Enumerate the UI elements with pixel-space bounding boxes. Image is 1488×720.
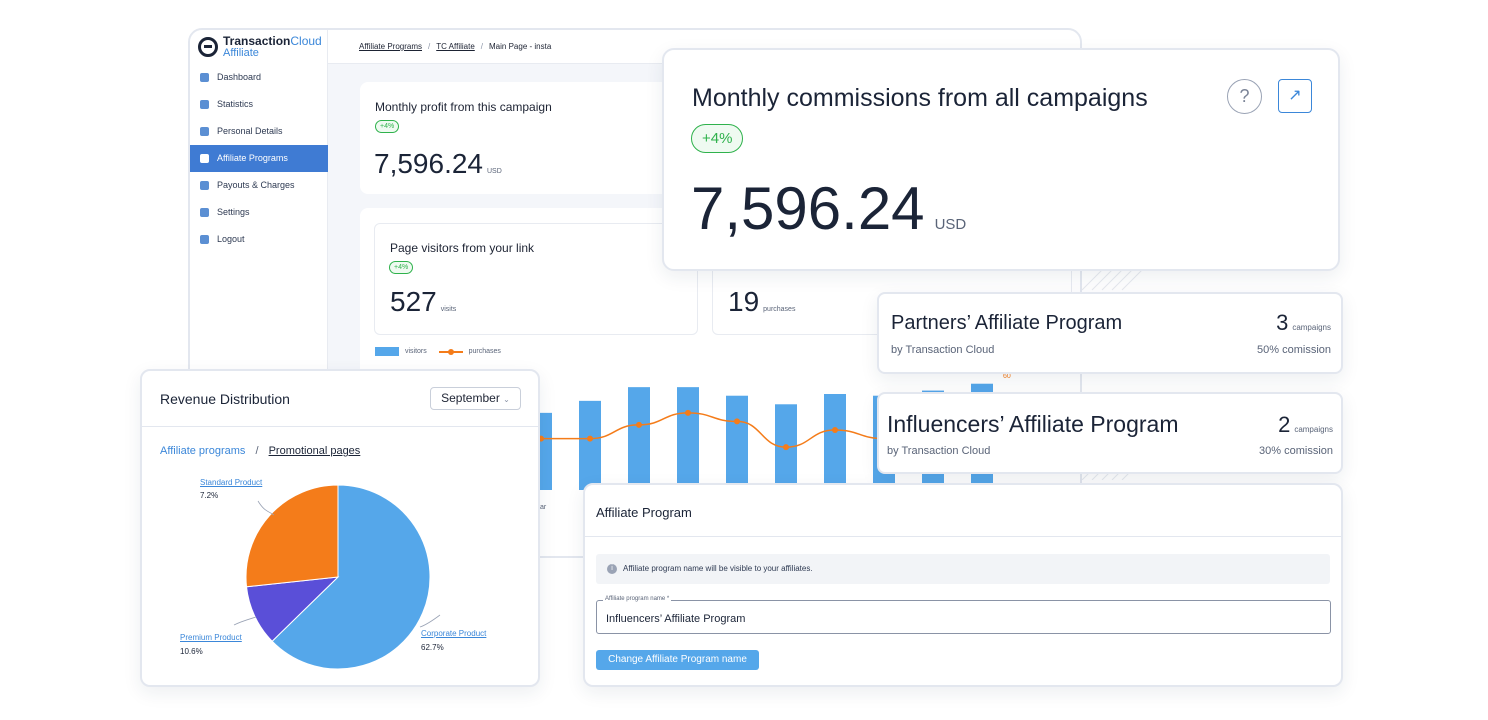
revenue-distribution-card: Revenue Distribution September ⌄ Affilia… — [140, 369, 540, 687]
bar-visitors — [540, 412, 552, 490]
bar-visitors — [726, 395, 748, 490]
point-purchases — [783, 444, 789, 451]
purchases-value: 19 purchases — [728, 286, 796, 317]
sidebar-item-logout[interactable]: Logout — [190, 226, 328, 253]
month-select[interactable]: September ⌄ — [430, 387, 521, 410]
revenue-tabs: Affiliate programs / Promotional pages — [160, 445, 361, 457]
form-title: Affiliate Program — [596, 505, 692, 520]
bar-chart-icon — [200, 73, 209, 82]
point-purchases — [587, 435, 593, 442]
sidebar-item-settings[interactable]: Settings — [190, 199, 328, 226]
legend-swatch-visitors — [375, 347, 399, 356]
program-owner: by Transaction Cloud — [887, 445, 991, 457]
breadcrumb-link-affiliate-programs[interactable]: Affiliate Programs — [359, 42, 422, 51]
tab-promotional-pages[interactable]: Promotional pages — [269, 445, 361, 457]
chart-legend: visitors purchases — [375, 347, 501, 356]
sidebar-item-dashboard[interactable]: Dashboard — [190, 64, 328, 91]
revenue-divider — [142, 426, 538, 427]
point-purchases — [734, 418, 740, 425]
visitors-card: Page visitors from your link +4% 527 visi… — [374, 223, 698, 335]
program-name: Partners’ Affiliate Program — [891, 312, 1123, 334]
program-card-partners[interactable]: Partners’ Affiliate Program by Transacti… — [877, 292, 1343, 374]
sidebar-item-personal-details[interactable]: Personal Details — [190, 118, 328, 145]
point-purchases — [832, 427, 838, 433]
sidebar-item-statistics[interactable]: Statistics — [190, 91, 328, 118]
logo-icon — [198, 37, 218, 57]
legend-label-purchases: purchases — [468, 348, 501, 356]
program-commission: 50% comission — [1257, 344, 1331, 356]
commissions-change-badge: +4% — [691, 124, 744, 153]
bar-visitors — [824, 394, 846, 490]
brand-name: TransactionCloud — [223, 34, 322, 48]
gear-icon — [200, 208, 209, 217]
logout-icon — [200, 235, 209, 244]
leader-corporate — [419, 614, 441, 628]
visitors-title: Page visitors from your link — [390, 241, 535, 255]
pie-label-corporate: Corporate Product — [421, 629, 487, 638]
info-icon: i — [607, 564, 617, 574]
bar-visitors — [579, 400, 601, 490]
program-name: Influencers’ Affiliate Program — [887, 411, 1179, 437]
breadcrumb-link-tc-affiliate[interactable]: TC Affiliate — [436, 42, 475, 51]
leader-premium — [233, 616, 257, 626]
expand-icon[interactable]: ↗ — [1278, 79, 1312, 113]
sidebar-item-affiliate-programs[interactable]: Affiliate Programs — [190, 145, 328, 172]
program-card-influencers[interactable]: Influencers’ Affiliate Program by Transa… — [877, 392, 1343, 474]
program-campaign-count: 2 campaigns — [1278, 412, 1333, 437]
chevron-down-icon: ⌄ — [503, 395, 510, 404]
product-name: Affiliate — [223, 47, 259, 59]
chart-axis-fragment: ar — [540, 504, 547, 511]
stats-icon — [200, 100, 209, 109]
profit-card: Monthly profit from this campaign +4% 7,… — [360, 82, 700, 194]
pie-pct-standard: 7.2% — [200, 491, 219, 500]
commissions-card: Monthly commissions from all campaigns +… — [662, 48, 1340, 271]
bar-visitors — [677, 387, 699, 490]
form-divider — [585, 536, 1341, 537]
program-campaign-count: 3 campaigns — [1276, 310, 1331, 335]
visitors-change-badge: +4% — [389, 261, 414, 274]
program-name-input[interactable]: Influencers’ Affiliate Program — [606, 613, 745, 625]
help-icon[interactable]: ? — [1227, 79, 1262, 114]
pie-pct-corporate: 62.7% — [421, 643, 444, 652]
revenue-title: Revenue Distribution — [160, 391, 290, 407]
change-program-name-button[interactable]: Change Affiliate Program name — [596, 650, 759, 670]
commissions-value: 7,596.24 USD — [691, 175, 967, 242]
legend-swatch-purchases — [438, 348, 463, 355]
program-name-field-label: Affiliate program name * — [603, 596, 672, 602]
breadcrumb-current: Main Page - insta — [489, 42, 552, 51]
breadcrumb-separator: / — [480, 42, 484, 51]
profit-title: Monthly profit from this campaign — [375, 100, 552, 114]
pie-label-standard: Standard Product — [200, 478, 263, 487]
point-purchases — [685, 409, 691, 416]
pie-pct-premium: 10.6% — [180, 647, 203, 656]
affiliate-program-form: Affiliate Program i Affiliate program na… — [583, 483, 1343, 687]
profit-value: 7,596.24 USD — [374, 148, 502, 179]
pie-label-premium: Premium Product — [180, 633, 242, 642]
user-icon — [200, 127, 209, 136]
network-icon — [200, 154, 209, 163]
visitors-value: 527 visits — [390, 286, 457, 317]
breadcrumb-separator: / — [428, 42, 431, 51]
profit-change-badge: +4% — [375, 120, 400, 133]
bar-visitors — [628, 387, 650, 490]
wallet-icon — [200, 181, 209, 190]
pie-slice-standard — [245, 484, 339, 588]
program-commission: 30% comission — [1259, 445, 1333, 457]
info-banner: i Affiliate program name will be visible… — [596, 554, 1330, 584]
sidebar-item-payouts[interactable]: Payouts & Charges — [190, 172, 328, 199]
program-owner: by Transaction Cloud — [891, 344, 995, 356]
chart-annotation: 60 — [1003, 373, 1011, 380]
program-name-field[interactable]: Affiliate program name * Influencers’ Af… — [596, 596, 1331, 634]
point-purchases — [636, 421, 642, 428]
tab-affiliate-programs[interactable]: Affiliate programs — [160, 445, 245, 457]
legend-label-visitors: visitors — [404, 348, 427, 356]
commissions-title: Monthly commissions from all campaigns — [692, 84, 1148, 112]
